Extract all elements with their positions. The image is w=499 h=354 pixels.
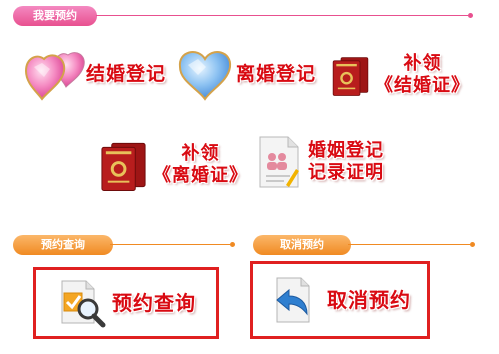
section-tab-query: 预约查询 — [13, 235, 113, 255]
service-reissue-divorce-certificate[interactable]: 补领 《离婚证》 — [98, 134, 248, 196]
undo-document-icon — [276, 277, 310, 323]
service-label-line1: 补领 — [181, 143, 220, 164]
section-tab-cancel: 取消预约 — [253, 235, 351, 255]
reservation-query-label: 预约查询 — [112, 291, 196, 315]
service-divorce-registration[interactable]: 离婚登记 — [176, 44, 316, 104]
pink-heart-icon — [24, 52, 85, 101]
section-divider-query — [110, 244, 230, 245]
service-label-line2: 记录证明 — [308, 162, 384, 183]
service-label: 离婚登记 — [235, 63, 316, 85]
service-label-line2: 《离婚证》 — [153, 165, 248, 186]
red-certificate-icon — [332, 57, 369, 96]
cancel-reservation-label: 取消预约 — [327, 288, 411, 312]
section-tab-reserve: 我要预约 — [13, 6, 97, 26]
service-label: 补领 《结婚证》 — [375, 53, 470, 97]
section-divider-reserve — [96, 15, 468, 16]
service-reissue-marriage-certificate[interactable]: 补领 《结婚证》 — [330, 44, 470, 106]
document-people-icon — [259, 136, 299, 188]
section-divider-end-dot — [470, 242, 475, 247]
section-divider-cancel — [348, 244, 470, 245]
service-label: 结婚登记 — [86, 63, 167, 85]
service-label: 婚姻登记 记录证明 — [308, 140, 384, 184]
service-label-line2: 《结婚证》 — [375, 75, 470, 96]
section-divider-end-dot — [468, 13, 473, 18]
service-label-line1: 补领 — [403, 53, 442, 74]
magnifier-document-icon — [61, 280, 106, 328]
service-marriage-record-proof[interactable]: 婚姻登记 记录证明 — [256, 132, 396, 192]
section-title-reserve: 我要预约 — [33, 9, 77, 22]
section-divider-end-dot — [230, 242, 235, 247]
blue-heart-icon — [178, 51, 231, 101]
section-title-query: 预约查询 — [41, 238, 85, 251]
cancel-reservation-button[interactable]: 取消预约 — [250, 261, 430, 339]
service-label: 补领 《离婚证》 — [153, 143, 248, 187]
red-certificate-icon — [101, 142, 146, 191]
section-title-cancel: 取消预约 — [280, 238, 324, 251]
service-label-line1: 婚姻登记 — [308, 140, 384, 161]
reservation-query-button[interactable]: 预约查询 — [33, 267, 219, 339]
service-marriage-registration[interactable]: 结婚登记 — [24, 44, 172, 104]
